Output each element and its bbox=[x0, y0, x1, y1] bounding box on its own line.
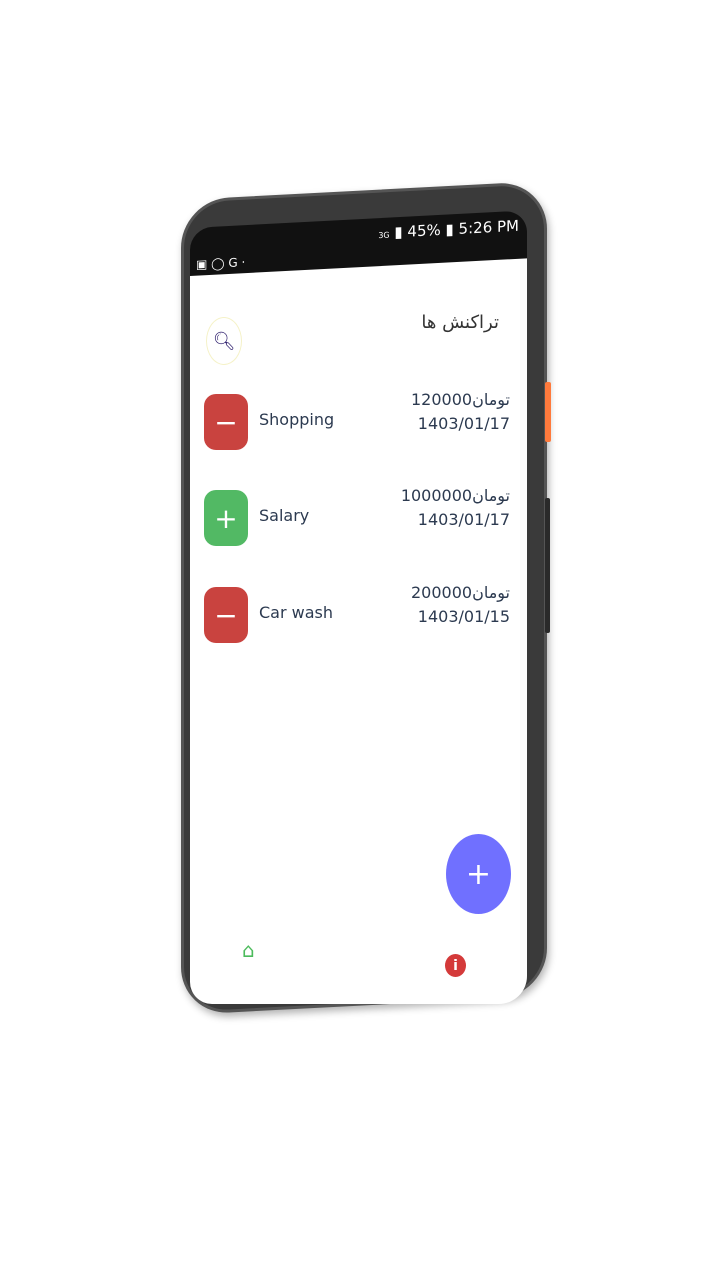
home-nav-icon[interactable]: ⌂ bbox=[242, 938, 255, 962]
app-screen: تراکنش ها 🔍︎ − Shopping 120000تومان 1403/… bbox=[190, 252, 527, 1004]
phone-volume-button bbox=[545, 498, 550, 633]
transaction-row[interactable]: − Car wash 200000تومان 1403/01/15 bbox=[204, 583, 514, 645]
expense-icon: − bbox=[204, 587, 248, 643]
info-nav-icon[interactable]: i bbox=[445, 954, 466, 977]
transaction-date: 1403/01/17 bbox=[417, 510, 510, 529]
page-title: تراکنش ها bbox=[421, 312, 499, 333]
transaction-amount: 200000تومان bbox=[411, 583, 510, 602]
transaction-row[interactable]: + Salary 1000000تومان 1403/01/17 bbox=[204, 486, 514, 548]
transaction-amount: 120000تومان bbox=[411, 390, 510, 409]
network-icon: 3G bbox=[378, 230, 390, 241]
search-icon: 🔍︎ bbox=[212, 330, 236, 352]
search-button[interactable]: 🔍︎ bbox=[206, 317, 242, 365]
add-transaction-button[interactable]: + bbox=[446, 834, 511, 914]
clock: 5:26 PM bbox=[458, 216, 519, 238]
transaction-name: Salary bbox=[259, 506, 310, 525]
transaction-name: Shopping bbox=[259, 410, 335, 429]
phone-side-button bbox=[545, 382, 551, 442]
income-icon: + bbox=[204, 490, 248, 546]
transaction-date: 1403/01/17 bbox=[417, 414, 510, 433]
transaction-amount: 1000000تومان bbox=[400, 486, 510, 505]
transaction-date: 1403/01/15 bbox=[417, 607, 510, 626]
transaction-name: Car wash bbox=[259, 603, 334, 622]
transaction-row[interactable]: − Shopping 120000تومان 1403/01/17 bbox=[204, 390, 514, 452]
expense-icon: − bbox=[204, 394, 248, 450]
notification-icons: ▣ ◯ G · bbox=[196, 255, 246, 272]
battery-level: 45% bbox=[407, 220, 441, 241]
